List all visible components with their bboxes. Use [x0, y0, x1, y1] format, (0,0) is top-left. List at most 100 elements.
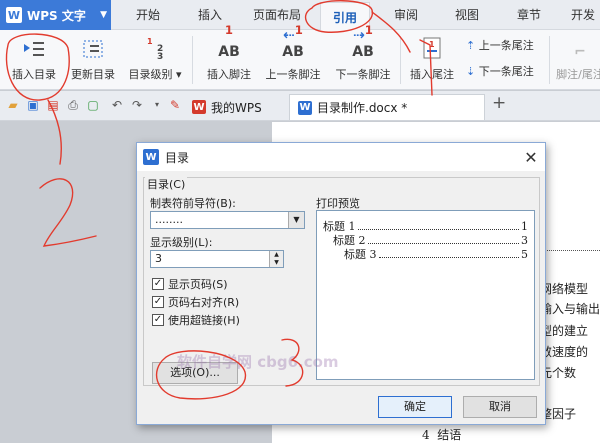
svg-text:3: 3: [157, 52, 163, 60]
prev-footnote-icon: ⇠1 AB: [282, 23, 304, 60]
stepper-arrows-icon[interactable]: ▲ ▼: [269, 251, 283, 267]
checkbox-checked-icon: ✓: [152, 278, 164, 290]
footnote-endnote-label: 脚注/尾注: [556, 68, 600, 81]
document-line: 输入与输出: [540, 302, 600, 316]
prev-endnote-label: 上一条尾注: [478, 39, 534, 52]
print-icon[interactable]: ⎙: [66, 98, 80, 112]
insert-footnote-button[interactable]: 1 AB 插入脚注: [203, 23, 255, 82]
tab-my-wps-label: 我的WPS: [211, 100, 262, 115]
update-toc-button[interactable]: 更新目录: [66, 34, 120, 82]
preview-entry: 标题 35: [344, 248, 528, 261]
tab-view[interactable]: 视图: [455, 0, 479, 30]
checkbox-checked-icon: ✓: [152, 296, 164, 308]
tab-review[interactable]: 审阅: [394, 0, 418, 30]
ribbon-divider: [192, 36, 193, 84]
next-footnote-icon: ⇢1 AB: [352, 23, 374, 60]
update-toc-icon: [66, 34, 120, 60]
document-line: 敛速度的: [540, 345, 589, 359]
wps-logo-icon: W: [143, 149, 159, 165]
close-icon[interactable]: ✕: [517, 148, 545, 167]
chevron-down-icon[interactable]: ▾: [150, 98, 164, 112]
svg-text:1: 1: [429, 40, 435, 49]
use-hyperlinks-label: 使用超链接(H): [168, 314, 240, 327]
ribbon-divider: [549, 36, 550, 84]
leader-label: 制表符前导符(B):: [150, 197, 236, 210]
document-line: 网络模型: [540, 282, 589, 296]
section-title: 结语: [437, 428, 462, 442]
leader-select[interactable]: ........ ▼: [150, 211, 305, 229]
app-name: WPS 文字: [27, 8, 86, 23]
right-align-label: 页码右对齐(R): [168, 296, 240, 309]
pin-icon[interactable]: ✎: [168, 98, 182, 112]
insert-endnote-label: 插入尾注: [410, 68, 454, 81]
tab-chapter[interactable]: 章节: [517, 0, 541, 30]
prev-footnote-label: 上一条脚注: [265, 68, 321, 81]
next-footnote-label: 下一条脚注: [335, 68, 391, 81]
print-preview-icon[interactable]: ▢: [86, 98, 100, 112]
toc-dialog: W 目录 ✕ 目录(C) 制表符前导符(B): ........ ▼ 显示级别(…: [136, 142, 546, 425]
wps-logo-icon: W: [6, 7, 22, 23]
ok-button[interactable]: 确定: [378, 396, 452, 418]
preview-label: 打印预览: [316, 197, 360, 210]
save-icon[interactable]: ▣: [26, 98, 40, 112]
level-stepper[interactable]: 3 ▲ ▼: [150, 250, 284, 268]
right-align-checkbox[interactable]: ✓ 页码右对齐(R): [152, 294, 239, 310]
chevron-down-icon: ▼: [100, 10, 107, 20]
dialog-title-bar: W 目录 ✕: [137, 143, 545, 171]
print-preview-box: 标题 11 标题 23 标题 35: [316, 210, 535, 380]
next-footnote-button[interactable]: ⇢1 AB 下一条脚注: [332, 23, 394, 82]
tab-document[interactable]: W 目录制作.docx *: [289, 94, 485, 120]
checkbox-checked-icon: ✓: [152, 314, 164, 326]
open-folder-icon[interactable]: ▰: [6, 98, 20, 112]
section-number: 4: [422, 428, 430, 442]
tab-document-label: 目录制作.docx *: [317, 101, 408, 115]
use-hyperlinks-checkbox[interactable]: ✓ 使用超链接(H): [152, 312, 240, 328]
watermark: 软件自学网 cbg6.com: [177, 353, 339, 371]
quick-access-toolbar: ▰ ▣ ▤ ⎙ ▢ ↶ ↷ ▾ ✎ W 我的WPS W 目录制作.docx * …: [0, 91, 600, 121]
insert-footnote-icon: 1 AB: [218, 23, 240, 60]
next-endnote-label: 下一条尾注: [478, 65, 534, 78]
new-tab-button[interactable]: +: [492, 95, 506, 112]
footnote-settings-icon: ⌐: [574, 44, 586, 60]
toc-level-icon: 123: [124, 34, 186, 60]
level-label: 显示级别(L):: [150, 236, 213, 249]
next-endnote-button[interactable]: ⇣ 下一条尾注: [466, 63, 534, 79]
ribbon-divider: [400, 36, 401, 84]
insert-footnote-label: 插入脚注: [207, 68, 251, 81]
insert-toc-label: 插入目录: [12, 68, 56, 81]
toc-level-label: 目录级别: [128, 68, 173, 81]
update-toc-label: 更新目录: [71, 68, 115, 81]
chevron-down-icon: ▾: [175, 68, 182, 81]
cancel-button[interactable]: 取消: [463, 396, 537, 418]
redo-icon[interactable]: ↷: [130, 98, 144, 112]
prev-footnote-button[interactable]: ⇠1 AB 上一条脚注: [262, 23, 324, 82]
document-line: 型的建立: [540, 324, 589, 338]
prev-endnote-button[interactable]: ⇡ 上一条尾注: [466, 37, 534, 53]
toc-level-button[interactable]: 123 目录级别 ▾: [124, 34, 186, 82]
toc-group-label: 目录(C): [145, 176, 188, 192]
tab-my-wps[interactable]: W 我的WPS: [184, 94, 270, 120]
ribbon-references: 插入目录 更新目录 123 目录级别 ▾ 1 AB 插入脚注 ⇠1 AB 上一条脚注…: [0, 23, 600, 90]
wps-logo-icon: W: [192, 100, 206, 114]
tab-developer[interactable]: 开发工: [571, 0, 600, 52]
svg-text:1: 1: [147, 37, 153, 46]
app-menu-button[interactable]: W WPS 文字 ▼: [0, 0, 111, 30]
prev-endnote-icon: ⇡: [466, 39, 476, 52]
insert-toc-icon: [8, 34, 60, 60]
dialog-title: 目录: [165, 150, 190, 165]
insert-toc-button[interactable]: 插入目录: [8, 34, 60, 82]
insert-endnote-button[interactable]: 1 插入尾注: [406, 34, 458, 82]
insert-endnote-icon: 1: [406, 34, 458, 60]
export-pdf-icon[interactable]: ▤: [46, 98, 60, 112]
footnote-endnote-button[interactable]: ⌐ 脚注/尾注: [555, 34, 600, 82]
document-footer-line: 4 结语: [422, 426, 461, 443]
show-page-numbers-label: 显示页码(S): [168, 278, 228, 291]
leader-value: ........: [155, 213, 183, 226]
next-endnote-icon: ⇣: [466, 65, 476, 78]
undo-icon[interactable]: ↶: [110, 98, 124, 112]
level-value: 3: [155, 252, 162, 265]
chevron-down-icon[interactable]: ▼: [288, 212, 304, 228]
show-page-numbers-checkbox[interactable]: ✓ 显示页码(S): [152, 276, 228, 292]
document-icon: W: [298, 100, 312, 115]
tab-home[interactable]: 开始: [136, 0, 160, 30]
